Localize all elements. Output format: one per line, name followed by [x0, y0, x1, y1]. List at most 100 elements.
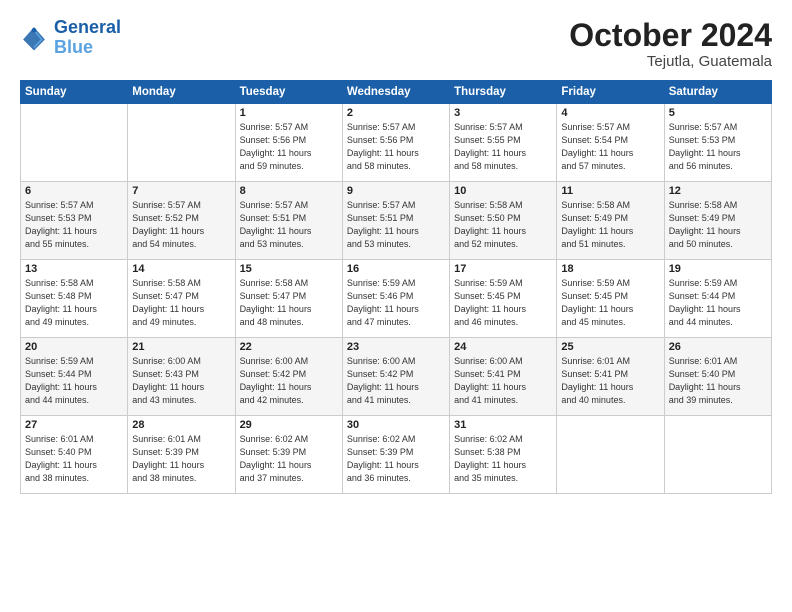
calendar-cell: 3 Sunrise: 5:57 AMSunset: 5:55 PMDaylight…: [450, 104, 557, 182]
day-number: 14: [132, 263, 230, 275]
day-detail: Sunrise: 6:02 AMSunset: 5:38 PMDaylight:…: [454, 433, 552, 485]
calendar-cell: 19 Sunrise: 5:59 AMSunset: 5:44 PMDayligh…: [664, 260, 771, 338]
calendar-cell: 31 Sunrise: 6:02 AMSunset: 5:38 PMDayligh…: [450, 416, 557, 494]
day-detail: Sunrise: 5:57 AMSunset: 5:51 PMDaylight:…: [240, 199, 338, 251]
calendar-cell: 10Sunrise: 5:58 AMSunset: 5:50 PMDayligh…: [450, 182, 557, 260]
day-detail: Sunrise: 5:58 AMSunset: 5:47 PMDaylight:…: [132, 277, 230, 329]
calendar-cell: 17 Sunrise: 5:59 AMSunset: 5:45 PMDayligh…: [450, 260, 557, 338]
day-number: 26: [669, 341, 767, 353]
calendar-cell: 4 Sunrise: 5:57 AMSunset: 5:54 PMDaylight…: [557, 104, 664, 182]
day-number: 27: [25, 419, 123, 431]
calendar-cell: 18 Sunrise: 5:59 AMSunset: 5:45 PMDayligh…: [557, 260, 664, 338]
day-number: 18: [561, 263, 659, 275]
day-detail: Sunrise: 5:57 AMSunset: 5:53 PMDaylight:…: [669, 121, 767, 173]
logo: GeneralBlue: [20, 18, 121, 58]
calendar-cell: [557, 416, 664, 494]
month-year: October 2024: [569, 18, 772, 53]
day-number: 4: [561, 107, 659, 119]
calendar-header-row: SundayMondayTuesdayWednesdayThursdayFrid…: [21, 81, 772, 104]
day-number: 1: [240, 107, 338, 119]
col-header-sunday: Sunday: [21, 81, 128, 104]
day-number: 2: [347, 107, 445, 119]
col-header-monday: Monday: [128, 81, 235, 104]
calendar-cell: 21Sunrise: 6:00 AMSunset: 5:43 PMDayligh…: [128, 338, 235, 416]
calendar-cell: 26 Sunrise: 6:01 AMSunset: 5:40 PMDayligh…: [664, 338, 771, 416]
day-detail: Sunrise: 6:01 AMSunset: 5:40 PMDaylight:…: [25, 433, 123, 485]
calendar-cell: 5 Sunrise: 5:57 AMSunset: 5:53 PMDaylight…: [664, 104, 771, 182]
calendar-cell: 6Sunrise: 5:57 AMSunset: 5:53 PMDaylight…: [21, 182, 128, 260]
day-number: 31: [454, 419, 552, 431]
calendar-cell: 22Sunrise: 6:00 AMSunset: 5:42 PMDayligh…: [235, 338, 342, 416]
calendar-cell: 20 Sunrise: 5:59 AMSunset: 5:44 PMDayligh…: [21, 338, 128, 416]
page-header: GeneralBlue October 2024 Tejutla, Guatem…: [20, 18, 772, 70]
day-number: 19: [669, 263, 767, 275]
day-number: 24: [454, 341, 552, 353]
day-number: 17: [454, 263, 552, 275]
calendar-cell: 12Sunrise: 5:58 AMSunset: 5:49 PMDayligh…: [664, 182, 771, 260]
calendar-cell: 8Sunrise: 5:57 AMSunset: 5:51 PMDaylight…: [235, 182, 342, 260]
day-detail: Sunrise: 6:01 AMSunset: 5:39 PMDaylight:…: [132, 433, 230, 485]
day-number: 29: [240, 419, 338, 431]
day-number: 28: [132, 419, 230, 431]
day-number: 7: [132, 185, 230, 197]
calendar-cell: 27 Sunrise: 6:01 AMSunset: 5:40 PMDayligh…: [21, 416, 128, 494]
calendar-cell: 2 Sunrise: 5:57 AMSunset: 5:56 PMDaylight…: [342, 104, 449, 182]
calendar-cell: [128, 104, 235, 182]
calendar-cell: 13 Sunrise: 5:58 AMSunset: 5:48 PMDayligh…: [21, 260, 128, 338]
day-detail: Sunrise: 6:00 AMSunset: 5:41 PMDaylight:…: [454, 355, 552, 407]
day-detail: Sunrise: 5:57 AMSunset: 5:54 PMDaylight:…: [561, 121, 659, 173]
day-detail: Sunrise: 5:58 AMSunset: 5:50 PMDaylight:…: [454, 199, 552, 251]
day-detail: Sunrise: 6:02 AMSunset: 5:39 PMDaylight:…: [347, 433, 445, 485]
calendar-cell: 25 Sunrise: 6:01 AMSunset: 5:41 PMDayligh…: [557, 338, 664, 416]
day-number: 3: [454, 107, 552, 119]
calendar-cell: 29 Sunrise: 6:02 AMSunset: 5:39 PMDayligh…: [235, 416, 342, 494]
col-header-wednesday: Wednesday: [342, 81, 449, 104]
calendar-cell: [21, 104, 128, 182]
day-detail: Sunrise: 5:59 AMSunset: 5:44 PMDaylight:…: [25, 355, 123, 407]
day-detail: Sunrise: 6:01 AMSunset: 5:41 PMDaylight:…: [561, 355, 659, 407]
day-number: 20: [25, 341, 123, 353]
day-detail: Sunrise: 5:57 AMSunset: 5:51 PMDaylight:…: [347, 199, 445, 251]
calendar-cell: 7Sunrise: 5:57 AMSunset: 5:52 PMDaylight…: [128, 182, 235, 260]
calendar-cell: 11Sunrise: 5:58 AMSunset: 5:49 PMDayligh…: [557, 182, 664, 260]
day-detail: Sunrise: 5:59 AMSunset: 5:45 PMDaylight:…: [454, 277, 552, 329]
week-row-3: 13 Sunrise: 5:58 AMSunset: 5:48 PMDayligh…: [21, 260, 772, 338]
day-detail: Sunrise: 5:58 AMSunset: 5:49 PMDaylight:…: [669, 199, 767, 251]
col-header-tuesday: Tuesday: [235, 81, 342, 104]
day-number: 5: [669, 107, 767, 119]
calendar-cell: 1 Sunrise: 5:57 AMSunset: 5:56 PMDaylight…: [235, 104, 342, 182]
day-detail: Sunrise: 5:57 AMSunset: 5:56 PMDaylight:…: [240, 121, 338, 173]
calendar-cell: 9 Sunrise: 5:57 AMSunset: 5:51 PMDaylight…: [342, 182, 449, 260]
day-detail: Sunrise: 5:59 AMSunset: 5:46 PMDaylight:…: [347, 277, 445, 329]
day-detail: Sunrise: 5:58 AMSunset: 5:48 PMDaylight:…: [25, 277, 123, 329]
calendar-cell: 15Sunrise: 5:58 AMSunset: 5:47 PMDayligh…: [235, 260, 342, 338]
logo-text: GeneralBlue: [54, 18, 121, 58]
day-detail: Sunrise: 5:57 AMSunset: 5:55 PMDaylight:…: [454, 121, 552, 173]
title-block: October 2024 Tejutla, Guatemala: [569, 18, 772, 70]
week-row-1: 1 Sunrise: 5:57 AMSunset: 5:56 PMDaylight…: [21, 104, 772, 182]
week-row-5: 27 Sunrise: 6:01 AMSunset: 5:40 PMDayligh…: [21, 416, 772, 494]
day-detail: Sunrise: 6:00 AMSunset: 5:42 PMDaylight:…: [347, 355, 445, 407]
day-detail: Sunrise: 6:00 AMSunset: 5:42 PMDaylight:…: [240, 355, 338, 407]
day-detail: Sunrise: 6:00 AMSunset: 5:43 PMDaylight:…: [132, 355, 230, 407]
logo-icon: [20, 24, 48, 52]
day-number: 25: [561, 341, 659, 353]
day-number: 23: [347, 341, 445, 353]
calendar-cell: 24 Sunrise: 6:00 AMSunset: 5:41 PMDayligh…: [450, 338, 557, 416]
calendar-cell: [664, 416, 771, 494]
day-detail: Sunrise: 5:59 AMSunset: 5:44 PMDaylight:…: [669, 277, 767, 329]
calendar-cell: 14 Sunrise: 5:58 AMSunset: 5:47 PMDayligh…: [128, 260, 235, 338]
calendar-cell: 28 Sunrise: 6:01 AMSunset: 5:39 PMDayligh…: [128, 416, 235, 494]
day-detail: Sunrise: 6:02 AMSunset: 5:39 PMDaylight:…: [240, 433, 338, 485]
day-number: 13: [25, 263, 123, 275]
day-number: 9: [347, 185, 445, 197]
day-detail: Sunrise: 5:57 AMSunset: 5:56 PMDaylight:…: [347, 121, 445, 173]
location: Tejutla, Guatemala: [569, 53, 772, 70]
calendar-table: SundayMondayTuesdayWednesdayThursdayFrid…: [20, 80, 772, 494]
week-row-2: 6Sunrise: 5:57 AMSunset: 5:53 PMDaylight…: [21, 182, 772, 260]
day-detail: Sunrise: 6:01 AMSunset: 5:40 PMDaylight:…: [669, 355, 767, 407]
calendar-cell: 23 Sunrise: 6:00 AMSunset: 5:42 PMDayligh…: [342, 338, 449, 416]
col-header-thursday: Thursday: [450, 81, 557, 104]
day-detail: Sunrise: 5:59 AMSunset: 5:45 PMDaylight:…: [561, 277, 659, 329]
calendar-cell: 30Sunrise: 6:02 AMSunset: 5:39 PMDayligh…: [342, 416, 449, 494]
